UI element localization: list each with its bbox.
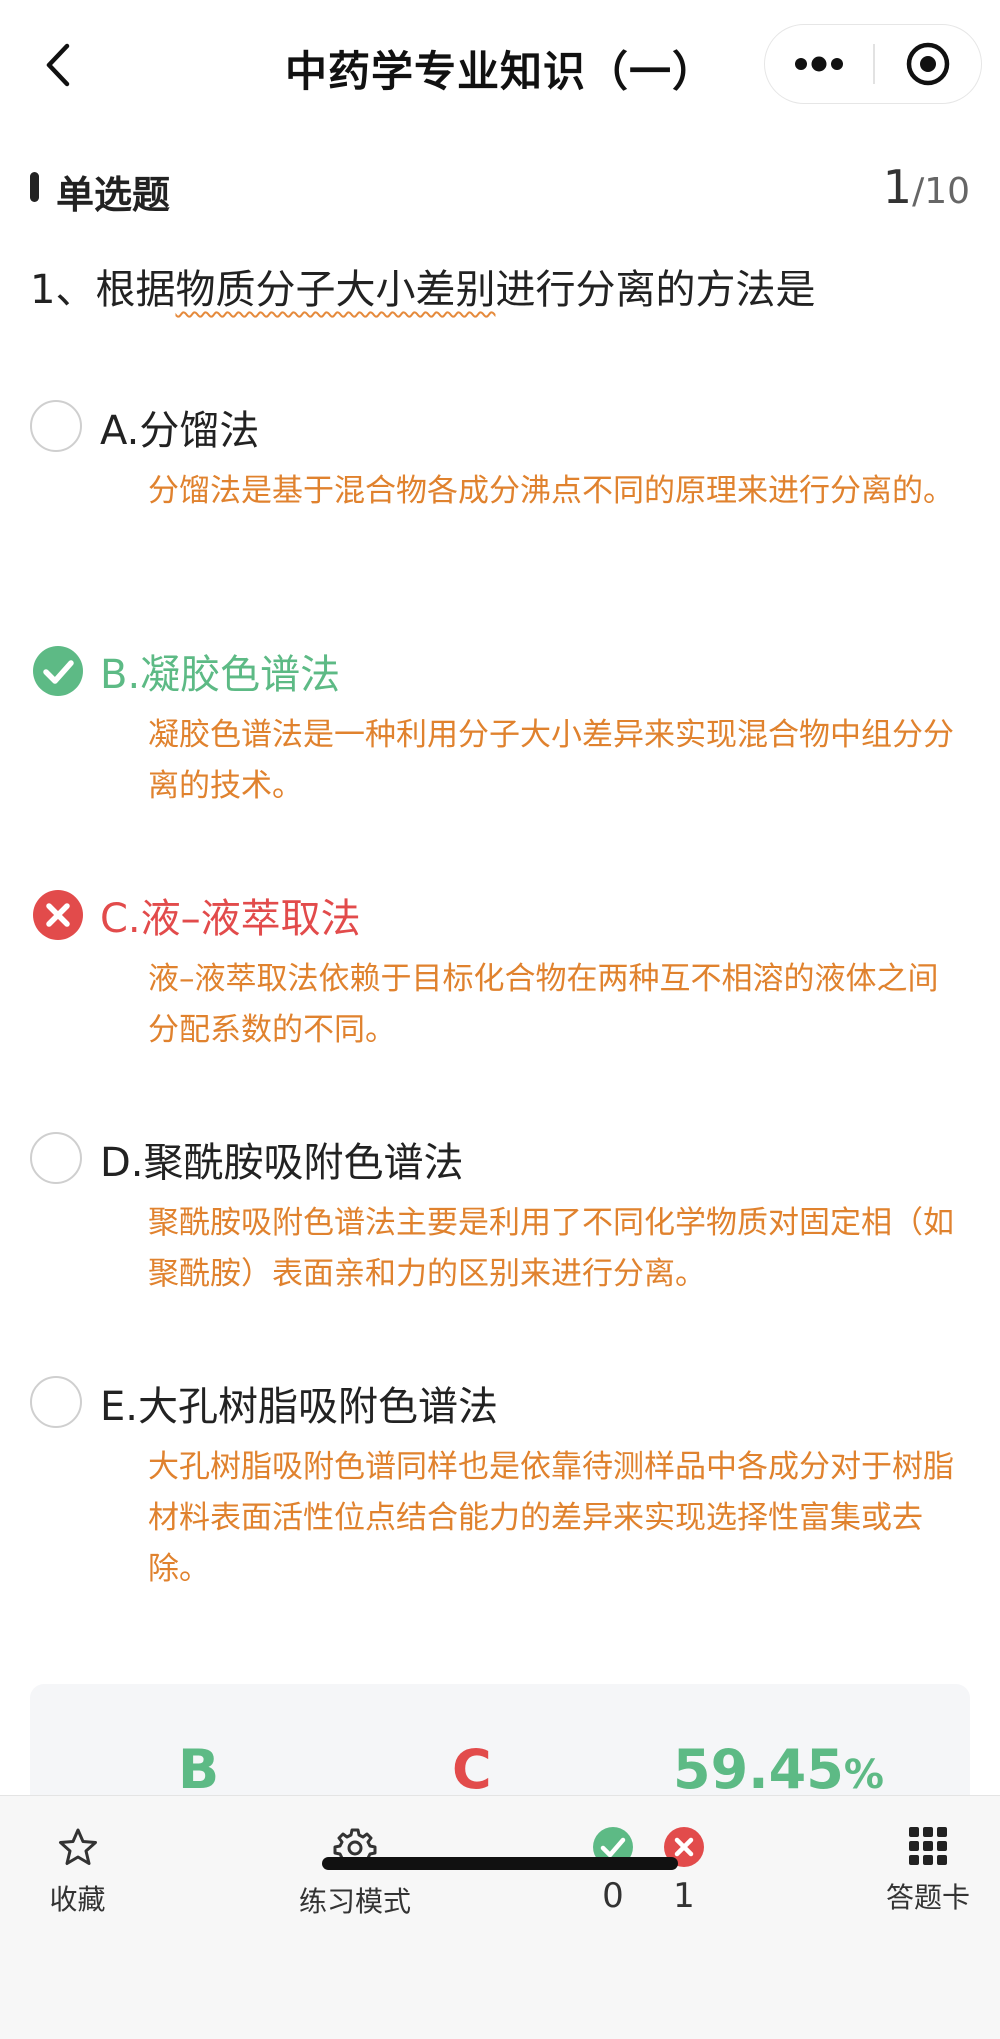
option-e: E.大孔树脂吸附色谱法 大孔树脂吸附色谱同样也是依靠待测样品中各成分对于树脂材料…	[30, 1366, 980, 1595]
question-prefix: 1、根据	[30, 267, 176, 313]
option-a: A.分馏法 分馏法是基于混合物各成分沸点不同的原理来进行分离的。	[30, 390, 980, 517]
question-type-label: 单选题	[56, 173, 171, 217]
option-d-explanation: 聚酰胺吸附色谱法主要是利用了不同化学物质对固定相（如聚酰胺）表面亲和力的区别来进…	[148, 1205, 954, 1292]
option-d-select[interactable]: D.聚酰胺吸附色谱法	[30, 1122, 980, 1188]
option-c-label: C.液–液萃取法	[100, 896, 361, 942]
target-circle-icon	[906, 42, 949, 86]
option-c: C.液–液萃取法 液–液萃取法依赖于目标化合物在两种互不相溶的液体之间分配系数的…	[30, 878, 980, 1056]
bottom-toolbar: 收藏 练习模式 0 1 答题卡	[0, 1795, 1000, 2039]
radio-unselected-icon	[30, 1132, 82, 1184]
correct-answer: B	[178, 1738, 220, 1801]
option-b-select[interactable]: B.凝胶色谱法	[30, 634, 980, 700]
option-e-label: E.大孔树脂吸附色谱法	[100, 1384, 498, 1430]
option-a-label: A.分馏法	[100, 408, 260, 454]
question-text: 1、根据物质分子大小差别进行分离的方法是	[30, 262, 970, 318]
option-d-label: D.聚酰胺吸附色谱法	[100, 1140, 464, 1186]
option-e-select[interactable]: E.大孔树脂吸附色谱法	[30, 1366, 980, 1432]
option-b: B.凝胶色谱法 凝胶色谱法是一种利用分子大小差异来实现混合物中组分分离的技术。	[30, 634, 980, 812]
home-indicator	[322, 1857, 678, 1870]
your-answer: C	[452, 1738, 492, 1801]
nav-header: 中药学专业知识（一）	[0, 0, 1000, 130]
radio-unselected-icon	[30, 400, 82, 452]
option-b-explanation: 凝胶色谱法是一种利用分子大小差异来实现混合物中组分分离的技术。	[148, 717, 954, 804]
option-a-select[interactable]: A.分馏法	[30, 390, 980, 456]
answer-card-button[interactable]: 答题卡	[880, 1826, 976, 1916]
option-c-select[interactable]: C.液–液萃取法	[30, 878, 980, 944]
option-c-explanation: 液–液萃取法依赖于目标化合物在两种互不相溶的液体之间分配系数的不同。	[148, 961, 939, 1048]
option-b-label: B.凝胶色谱法	[100, 652, 341, 698]
option-d: D.聚酰胺吸附色谱法 聚酰胺吸附色谱法主要是利用了不同化学物质对固定相（如聚酰胺…	[30, 1122, 980, 1300]
more-dots-icon	[795, 56, 843, 72]
wrong-count: 1	[659, 1826, 709, 1916]
more-button[interactable]	[765, 25, 873, 103]
total-questions: /10	[912, 171, 970, 212]
radio-unselected-icon	[30, 1376, 82, 1428]
accuracy-rate: 59.45%	[673, 1738, 884, 1801]
x-circle-icon	[33, 890, 83, 940]
practice-mode-button[interactable]: 练习模式	[290, 1826, 420, 1920]
practice-mode-label: 练习模式	[298, 1885, 411, 1918]
check-circle-icon	[33, 646, 83, 696]
question-highlight: 物质分子大小差别	[175, 267, 496, 313]
quiz-page: 中药学专业知识（一） 单选题 1/10 1、根据物质分子大小差别进行分离的方法是…	[0, 0, 1000, 2039]
option-a-explanation: 分馏法是基于混合物各成分沸点不同的原理来进行分离的。	[148, 473, 954, 509]
question-type-header: 单选题 1/10	[30, 160, 970, 220]
star-icon	[58, 1828, 97, 1865]
answer-card-label: 答题卡	[885, 1881, 970, 1914]
section-marker	[30, 172, 39, 202]
correct-count: 0	[588, 1826, 638, 1916]
question-progress: 1/10	[883, 160, 970, 214]
option-e-explanation: 大孔树脂吸附色谱同样也是依靠待测样品中各成分对于树脂材料表面活性位点结合能力的差…	[148, 1449, 954, 1587]
miniapp-capsule	[764, 24, 982, 104]
close-miniapp-button[interactable]	[875, 25, 982, 103]
favorite-label: 收藏	[49, 1883, 106, 1916]
favorite-button[interactable]: 收藏	[40, 1826, 115, 1918]
current-question-number: 1	[882, 160, 913, 214]
grid-icon	[909, 1827, 947, 1865]
question-suffix: 进行分离的方法是	[495, 267, 816, 313]
